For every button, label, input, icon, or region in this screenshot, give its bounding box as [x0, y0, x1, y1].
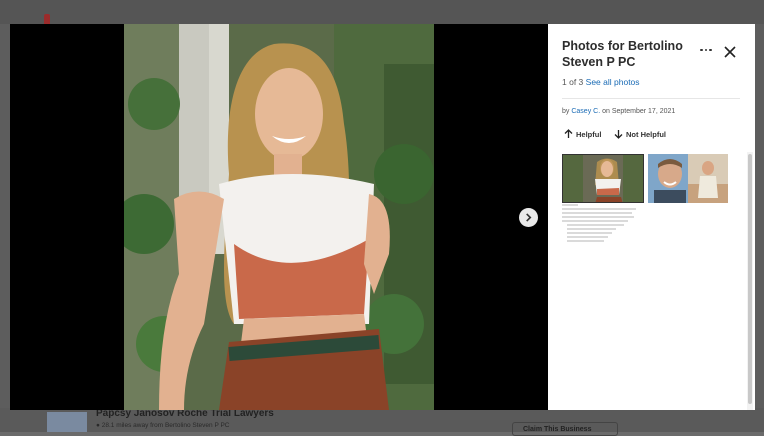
photo-counter-text: 1 of 3 — [562, 77, 584, 87]
background-listing-thumbnail — [47, 412, 87, 432]
next-photo-button[interactable] — [519, 208, 538, 227]
see-all-photos-link[interactable]: See all photos — [586, 77, 640, 87]
chevron-right-icon — [526, 213, 532, 222]
thumbnail-3[interactable] — [688, 154, 728, 203]
arrow-down-icon — [614, 130, 623, 139]
background-header — [0, 0, 764, 24]
thumbnail-1[interactable] — [562, 154, 644, 203]
document-thumbnail[interactable] — [562, 204, 644, 260]
background-distance: ● 28.1 miles away from Bertolino Steven … — [96, 422, 230, 429]
claim-business-button: Claim This Business — [512, 422, 618, 436]
arrow-up-icon — [564, 129, 573, 138]
close-icon[interactable] — [724, 46, 736, 58]
thumbnail-strip — [562, 154, 728, 203]
not-helpful-button[interactable]: Not Helpful — [614, 129, 666, 139]
photo-viewer — [10, 24, 548, 410]
modal-title: Photos for Bertolino Steven P PC — [562, 39, 683, 69]
divider — [562, 98, 740, 99]
photo-date: on September 17, 2021 — [602, 108, 676, 115]
panel-scrollbar-thumb[interactable] — [748, 154, 752, 404]
not-helpful-label: Not Helpful — [626, 129, 666, 139]
background-distance-text: 28.1 miles away from Bertolino Steven P … — [101, 422, 230, 429]
helpful-label: Helpful — [576, 129, 602, 139]
photo-counter: 1 of 3 See all photos — [562, 77, 640, 87]
helpful-button[interactable]: Helpful — [564, 129, 601, 139]
photo-byline: by Casey C. on September 17, 2021 — [562, 108, 675, 115]
author-link[interactable]: Casey C. — [571, 108, 600, 115]
thumbnail-2[interactable] — [648, 154, 688, 203]
photo-modal: Photos for Bertolino Steven P PC 1 of 3 … — [10, 24, 755, 410]
main-photo — [124, 24, 434, 410]
photo-details-panel: Photos for Bertolino Steven P PC 1 of 3 … — [548, 24, 755, 410]
more-options-icon[interactable] — [698, 44, 714, 56]
byline-prefix: by — [562, 108, 570, 115]
